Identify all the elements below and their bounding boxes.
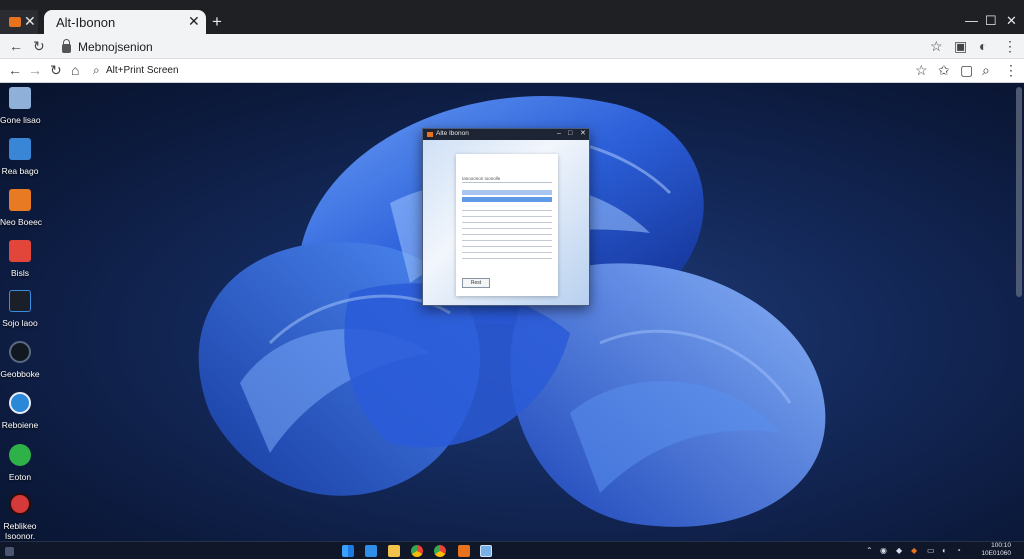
safari-icon (9, 392, 31, 414)
zoom-icon[interactable]: ⌕ (982, 63, 990, 77)
app-orange-taskbar-icon[interactable] (458, 545, 470, 557)
divider (462, 182, 552, 183)
show-desktop-icon[interactable] (5, 547, 14, 556)
popup-title: Alte Ibonon (436, 130, 469, 137)
start-icon[interactable] (342, 545, 354, 557)
new-tab-icon[interactable]: + (212, 13, 222, 30)
screenshot-icon[interactable]: ▢ (960, 63, 973, 77)
text-line (462, 246, 552, 247)
back-arrow-icon[interactable]: ← (8, 63, 22, 77)
tab-favicon-icon (9, 17, 21, 27)
browser-tab-strip: ✕ Alt-Ibonon ✕ + — ☐ ✕ (0, 0, 1024, 34)
app-tray-orange-icon[interactable]: ◆ (911, 546, 917, 556)
text-line (462, 228, 552, 229)
notepad-taskbar-icon[interactable] (480, 545, 492, 557)
extension-icon[interactable]: ▣ (954, 39, 967, 53)
minimize-icon[interactable]: — (965, 14, 978, 28)
search-icon: ⌕ (93, 63, 100, 77)
desktop-icon-recycle-bin[interactable]: Gone lisao (0, 87, 41, 125)
chrome-icon[interactable] (411, 545, 423, 557)
minimize-icon[interactable]: – (557, 129, 561, 139)
taskbar: ⌃ ◉ ◆ ◆ ▭ ◐ ◔ 100:10 10E01060 (0, 541, 1024, 559)
favorites-icon[interactable]: ✩ (938, 63, 950, 77)
text-line (462, 216, 552, 217)
text-line (462, 210, 552, 211)
file-explorer-icon[interactable] (388, 545, 400, 557)
home-icon[interactable]: ⌂ (71, 63, 79, 77)
desktop-icon-app-orange[interactable]: Neo Boeec (0, 189, 42, 227)
widgets-icon[interactable] (365, 545, 377, 557)
desktop-icon-app-red-circle[interactable]: Reblikeo Isoonor. (0, 493, 40, 541)
desktop-icon-app-red[interactable]: Bisls (0, 240, 40, 278)
volume-icon[interactable]: ◐ (942, 546, 947, 556)
page-scrollbar[interactable] (1016, 87, 1022, 297)
app-red-circle-icon (9, 493, 31, 515)
selected-row[interactable] (462, 197, 552, 202)
close-tab-icon[interactable]: ✕ (188, 13, 200, 30)
whatsapp-icon (9, 444, 31, 466)
chrome-icon-2[interactable] (434, 545, 446, 557)
menu-icon[interactable]: ⋮ (1003, 39, 1017, 53)
popup-favicon-icon (427, 132, 433, 137)
back-arrow-icon[interactable]: ← (9, 39, 23, 53)
document-header: Ianooonon Ioonolle (462, 176, 501, 181)
chevron-up-icon[interactable]: ⌃ (866, 546, 873, 556)
menu-icon[interactable]: ⋮ (1004, 63, 1018, 77)
desktop-icon-app-black[interactable]: Geobboke (0, 341, 40, 379)
lock-icon (62, 39, 71, 53)
text-line (462, 240, 552, 241)
star-icon[interactable]: ☆ (930, 39, 943, 53)
text-line (462, 222, 552, 223)
reload-icon[interactable]: ↻ (50, 63, 62, 77)
reload-icon[interactable]: ↻ (33, 39, 45, 53)
close-tab-icon[interactable]: ✕ (24, 13, 36, 29)
star-icon[interactable]: ☆ (915, 63, 928, 77)
battery-icon[interactable]: ▭ (927, 546, 935, 556)
app-red-icon (9, 240, 31, 262)
clock-time: 100:10 (991, 542, 1011, 549)
tab-title: Alt-Ibonon (56, 15, 116, 30)
text-line (462, 234, 552, 235)
clock[interactable]: 100:10 10E01060 (971, 542, 1011, 558)
secondary-address-text[interactable]: Alt+Print Screen (106, 65, 179, 76)
address-bar-text[interactable]: Mebnojsenion (78, 40, 153, 54)
maximize-icon[interactable]: □ (568, 129, 572, 139)
desktop-icon-computer[interactable]: Rea bago (0, 138, 40, 176)
wifi-icon[interactable]: ◔ (956, 546, 961, 556)
highlight-row (462, 190, 552, 195)
popup-window[interactable]: Alte Ibonon – □ ✕ Ianooonon Ioonolle Res… (422, 128, 590, 306)
app-tray-icon[interactable]: ◉ (880, 546, 887, 556)
popup-body: Ianooonon Ioonolle Rest (423, 140, 589, 305)
forward-arrow-icon[interactable]: → (28, 63, 42, 77)
desktop-icon-whatsapp[interactable]: Eoton (0, 444, 40, 482)
tab-active[interactable]: Alt-Ibonon ✕ (44, 10, 206, 34)
popup-titlebar[interactable]: Alte Ibonon – □ ✕ (423, 129, 589, 140)
desktop-icon-safari[interactable]: Reboiene (0, 392, 40, 430)
computer-icon (9, 138, 31, 160)
browser-toolbar: ← ↻ Mebnojsenion ☆ ▣ ◐ ⋮ (0, 34, 1024, 59)
app-black-icon (9, 341, 31, 363)
recycle-bin-icon (9, 87, 31, 109)
text-line (462, 258, 552, 259)
secondary-toolbar: ← → ↻ ⌂ ⌕ Alt+Print Screen ☆ ✩ ▢ ⌕ ⋮ (0, 59, 1024, 83)
tab-inactive[interactable]: ✕ (0, 10, 38, 34)
maximize-icon[interactable]: ☐ (985, 14, 997, 28)
app-dark-icon (9, 290, 31, 312)
app-orange-icon (9, 189, 31, 211)
profile-icon[interactable]: ◐ (979, 39, 987, 53)
close-window-icon[interactable]: ✕ (1006, 14, 1017, 28)
desktop-icon-app-dark[interactable]: Sojo laoo (0, 290, 40, 328)
close-icon[interactable]: ✕ (580, 129, 586, 139)
rest-button[interactable]: Rest (462, 278, 490, 288)
document-preview: Ianooonon Ioonolle Rest (456, 154, 558, 296)
clock-date: 10E01060 (981, 550, 1011, 557)
network-icon[interactable]: ◆ (896, 546, 902, 556)
text-line (462, 252, 552, 253)
